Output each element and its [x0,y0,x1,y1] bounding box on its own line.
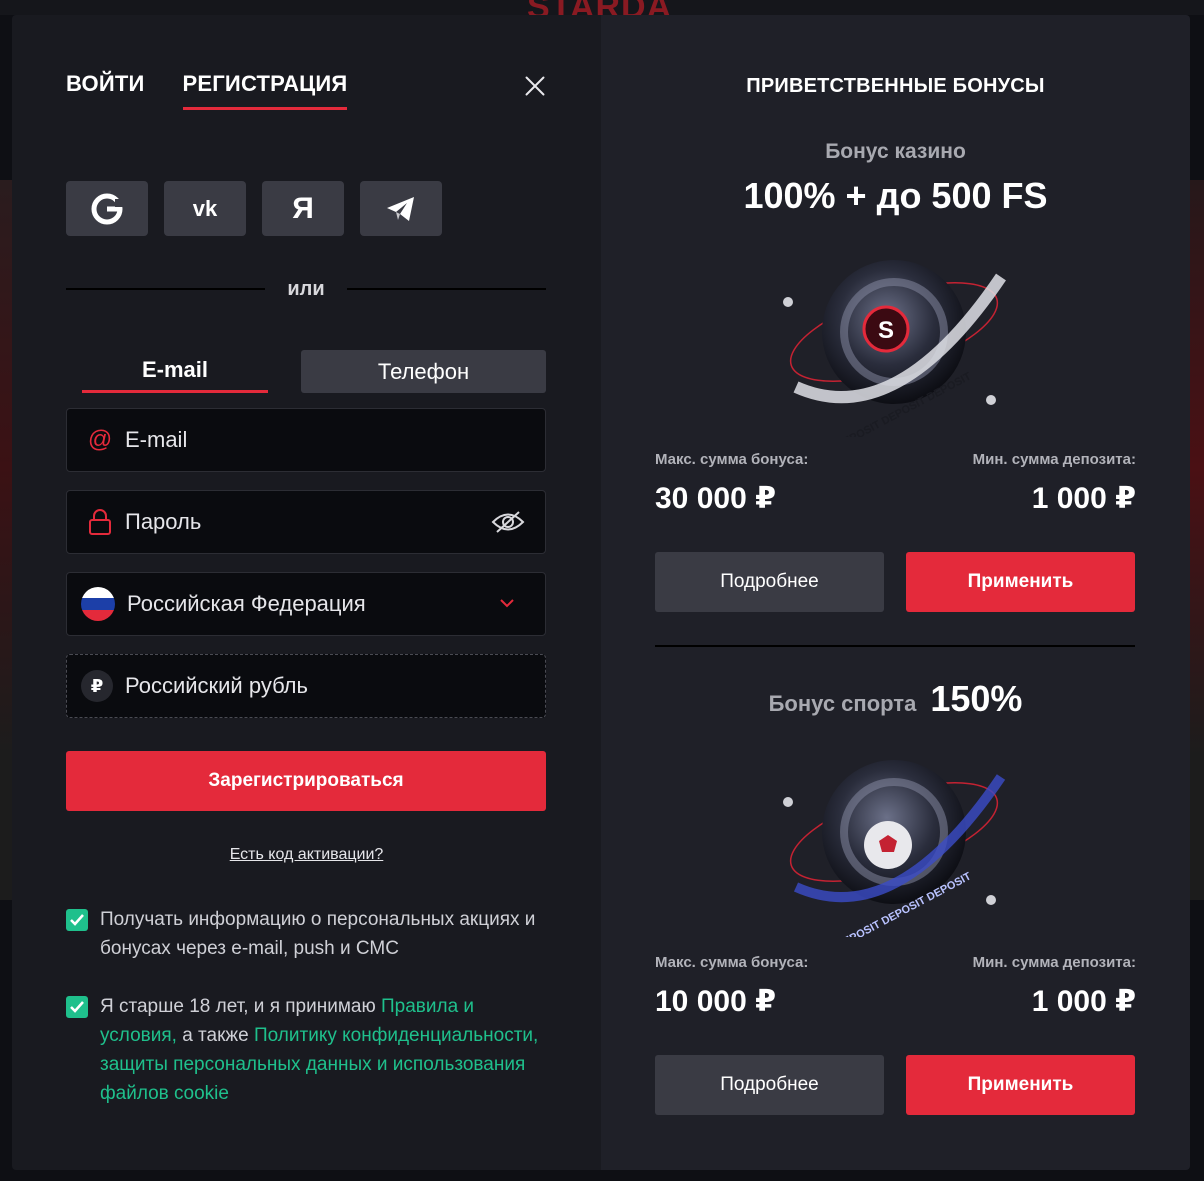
bonuses-title: ПРИВЕТСТВЕННЫЕ БОНУСЫ [746,75,1045,97]
lock-icon [89,509,111,535]
sport-bonus-header: Бонус спорта 150% [601,678,1190,720]
chevron-down-icon [500,599,514,608]
sport-bonus-headline: 150% [930,678,1023,719]
telegram-login-button[interactable] [360,181,442,236]
activation-code-link[interactable]: Есть код активации? [230,846,384,863]
yandex-icon: Я [292,191,314,225]
activation-code-link-wrap: Есть код активации? [12,846,601,864]
eye-off-icon[interactable] [491,509,525,535]
check-icon [70,1001,84,1013]
consent-marketing-text: Получать информацию о персональных акция… [100,909,536,959]
social-login-buttons: vk Я [66,181,442,236]
google-login-button[interactable] [66,181,148,236]
casino-more-button[interactable]: Подробнее [655,552,884,612]
divider-line [346,288,547,290]
auth-tabs: ВОЙТИ РЕГИСТРАЦИЯ [66,71,348,110]
tab-phone[interactable]: Телефон [301,350,546,393]
casino-apply-button[interactable]: Применить [906,552,1135,612]
register-button[interactable]: Зарегистрироваться [66,751,546,811]
yandex-login-button[interactable]: Я [262,181,344,236]
password-placeholder: Пароль [125,509,202,534]
country-select[interactable]: Российская Федерация [66,572,546,636]
tab-email[interactable]: E-mail [82,349,268,393]
casino-bonus-label: Бонус казино [825,140,966,163]
registration-panel: ВОЙТИ РЕГИСТРАЦИЯ vk Я или E-mail Телефо… [12,15,601,1170]
email-placeholder: E-mail [125,427,188,452]
consent-age-text: Я старше 18 лет, и я принимаю Правила и … [100,992,540,1108]
ruble-icon: ₽ [81,670,113,702]
sport-bonus-label: Бонус спорта [768,691,917,716]
vk-icon: vk [193,198,218,220]
password-field[interactable]: Пароль [66,490,546,554]
auth-modal: ВОЙТИ РЕГИСТРАЦИЯ vk Я или E-mail Телефо… [12,15,1190,1170]
email-field[interactable]: @ E-mail [66,408,546,472]
currency-value: Российский рубль [125,673,308,698]
russia-flag-icon [81,587,115,621]
casino-bonus-image: S DEPOSIT DEPOSIT DEPOSIT [783,260,1006,437]
currency-field: ₽ Российский рубль [66,654,546,718]
sport-bonus-image: DEPOSIT DEPOSIT DEPOSIT [783,760,1006,937]
background-right-edge [1190,180,1204,900]
casino-bonus-headline: 100% + до 500 FS [743,175,1048,216]
divider-line [66,288,266,290]
consent-age-prefix: Я старше 18 лет, и я принимаю [100,996,381,1017]
telegram-icon [387,196,414,221]
consent-marketing-row: Получать информацию о персональных акция… [66,905,540,963]
at-icon: @ [87,426,113,453]
sport-apply-button[interactable]: Применить [906,1055,1135,1115]
divider-text: или [287,277,325,300]
close-icon[interactable] [524,75,546,97]
casino-max-value: 30 000 ₽ [655,482,776,515]
casino-min-label: Мин. сумма депозита: [972,451,1136,468]
svg-text:S: S [878,317,894,344]
bonuses-panel: ПРИВЕТСТВЕННЫЕ БОНУСЫ Бонус казино 100% … [601,15,1190,1170]
tab-login[interactable]: ВОЙТИ [66,71,145,110]
sport-more-button[interactable]: Подробнее [655,1055,884,1115]
consent-marketing-checkbox[interactable] [66,909,88,931]
background-left-edge [0,180,12,900]
consent-age-checkbox[interactable] [66,996,88,1018]
casino-max-label: Макс. сумма бонуса: [655,451,809,468]
method-switch: E-mail Телефон [82,349,546,395]
or-divider: или [66,277,547,301]
svg-text:vk: vk [193,198,218,220]
sport-max-value: 10 000 ₽ [655,985,776,1018]
vk-login-button[interactable]: vk [164,181,246,236]
check-icon [70,914,84,926]
consent-middle: а также [176,1025,254,1046]
sport-min-label: Мин. сумма депозита: [972,954,1136,971]
google-icon [91,193,123,224]
sport-max-label: Макс. сумма бонуса: [655,954,809,971]
casino-min-value: 1 000 ₽ [1031,482,1136,515]
tab-register[interactable]: РЕГИСТРАЦИЯ [182,71,348,110]
sport-min-value: 1 000 ₽ [1031,985,1136,1018]
consent-age-row: Я старше 18 лет, и я принимаю Правила и … [66,992,540,1108]
bonus-separator [655,645,1135,647]
country-value: Российская Федерация [127,591,366,616]
